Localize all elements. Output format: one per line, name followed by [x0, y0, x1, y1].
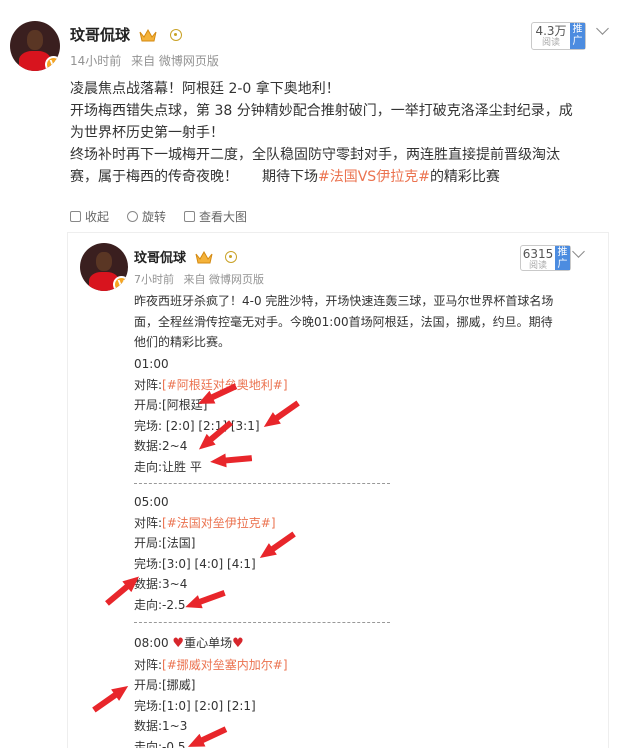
view-large-button[interactable]: 查看大图	[184, 208, 247, 225]
embedded-post-image[interactable]: V 玟哥侃球 7小时前 来自 微博网页版 6315 阅读 推广 昨夜西班牙杀疯了…	[67, 232, 609, 748]
rotate-button[interactable]: 旋转	[127, 208, 166, 225]
match-note: 重心单场	[184, 636, 233, 650]
dashed-divider	[134, 483, 390, 484]
match-full: 完场:[3:0] [4:0] [4:1]	[134, 556, 256, 571]
post-text: 凌晨焦点战落幕！阿根廷 2-0 拿下奥地利！ 开场梅西错失点球，第 38 分钟精…	[70, 81, 573, 185]
football-icon	[170, 29, 183, 41]
match-full: 完场:[1:0] [2:0] [2:1]	[134, 698, 256, 713]
dashed-divider	[134, 622, 390, 623]
match-open: 开局:[挪威]	[134, 678, 196, 692]
match-topic-link: [#挪威对垒塞内加尔#]	[162, 657, 288, 672]
verified-badge-icon: V	[113, 276, 128, 291]
repost-read-count: 6315	[522, 247, 554, 261]
heart-icon: ♥	[232, 636, 244, 651]
repost-read-count-label: 阅读	[528, 261, 547, 271]
repost-intro: 昨夜西班牙杀疯了！4-0 完胜沙特，开场快速连轰三球，亚马尔世界杯首球名场 面，…	[134, 294, 554, 349]
repost-read-count-box: 6315 阅读 推广	[520, 245, 571, 271]
heart-icon: ♥	[172, 636, 185, 651]
crown-icon	[139, 28, 157, 42]
match-time: 08:00	[134, 636, 169, 650]
repost-author-name: 玟哥侃球	[134, 251, 187, 266]
read-count-box[interactable]: 4.3万 阅读 推广	[531, 22, 586, 50]
read-count: 4.3万	[535, 24, 567, 38]
chevron-down-icon	[572, 245, 585, 258]
repost-time: 7小时前	[134, 273, 174, 286]
verified-badge-icon: V	[45, 56, 60, 71]
topic-link-france-iraq[interactable]: #法国VS伊拉克#	[318, 169, 430, 185]
search-icon	[184, 211, 196, 222]
chevron-down-icon[interactable]	[596, 22, 609, 35]
author-avatar[interactable]: V	[10, 21, 60, 71]
match-open: 开局:[法国]	[134, 536, 196, 550]
post-time[interactable]: 14小时前	[70, 54, 121, 68]
collapse-icon	[70, 211, 81, 222]
annotation-arrow-icon	[92, 685, 129, 713]
match-topic-link: [#法国对垒伊拉克#]	[162, 515, 276, 530]
repost-promote-badge: 推广	[555, 246, 570, 270]
repost-author-avatar: V	[80, 243, 128, 291]
weibo-post-card: V 玟哥侃球 14小时前 来自 微博网页版 4.3万 阅读 推广 凌晨焦点战落幕…	[0, 0, 619, 748]
author-name[interactable]: 玟哥侃球	[70, 26, 130, 44]
match-time: 05:00	[134, 495, 169, 509]
read-count-label: 阅读	[541, 38, 560, 48]
crown-icon	[195, 250, 213, 264]
promote-button[interactable]: 推广	[570, 23, 585, 49]
repost-source: 来自 微博网页版	[183, 273, 265, 286]
image-toolbar: 收起 旋转 查看大图	[70, 208, 247, 225]
football-icon	[225, 251, 238, 263]
post-source: 来自 微博网页版	[131, 54, 219, 68]
rotate-icon	[127, 211, 139, 222]
collapse-button[interactable]: 收起	[70, 208, 109, 225]
match-time: 01:00	[134, 357, 169, 371]
